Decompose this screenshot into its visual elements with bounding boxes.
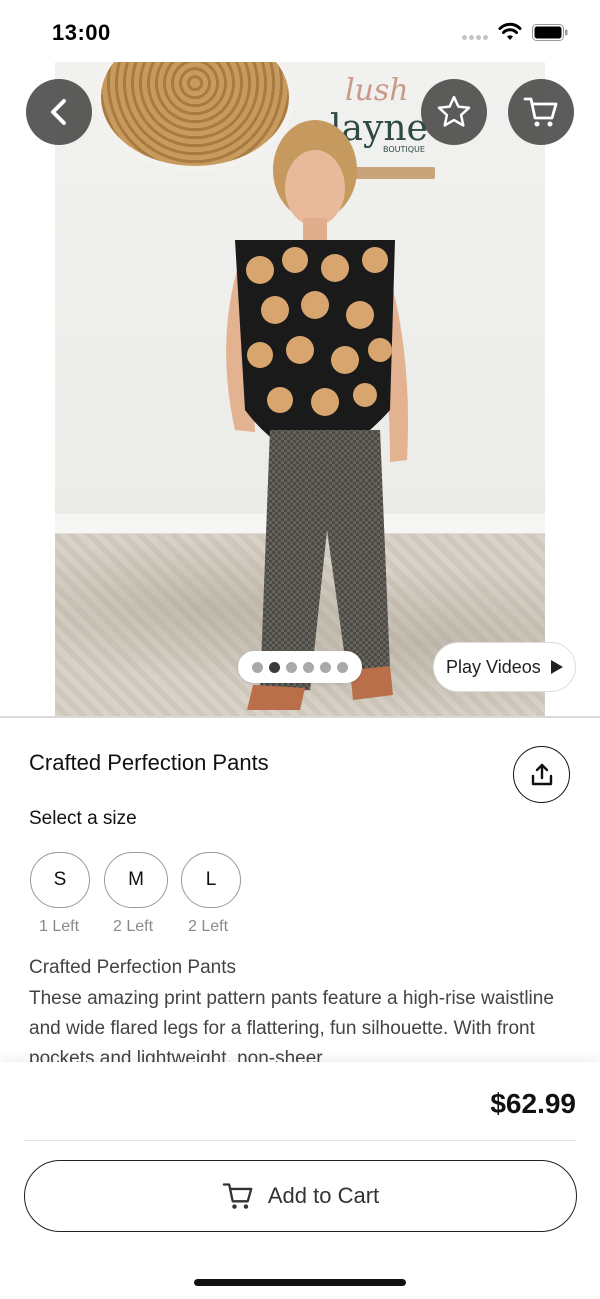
stock-label-m: 2 Left — [113, 918, 154, 935]
size-option-l[interactable]: L — [181, 852, 241, 908]
cart-icon — [222, 1183, 253, 1209]
description-text: These amazing print pattern pants featur… — [29, 988, 554, 1064]
product-title: Crafted Perfection Pants — [29, 750, 269, 775]
description-title: Crafted Perfection Pants — [29, 957, 236, 978]
cart-button[interactable] — [508, 79, 574, 145]
add-to-cart-button[interactable]: Add to Cart — [24, 1160, 577, 1232]
product-photo: lush layne BOUTIQUE — [55, 62, 545, 717]
carousel-indicator — [238, 651, 362, 683]
product-image-carousel[interactable]: lush layne BOUTIQUE Play Videos — [0, 62, 600, 717]
status-time: 13:00 — [52, 20, 111, 45]
carousel-dot[interactable] — [286, 661, 297, 673]
home-indicator[interactable] — [194, 1279, 406, 1286]
play-videos-label: Play Videos — [446, 656, 541, 677]
favorite-button[interactable] — [421, 79, 487, 145]
signal-icon — [462, 35, 490, 41]
carousel-dot[interactable] — [252, 661, 263, 673]
carousel-dot[interactable] — [320, 661, 331, 673]
price: $62.99 — [490, 1088, 576, 1119]
play-icon — [550, 660, 563, 674]
share-button[interactable] — [513, 746, 570, 803]
divider — [24, 1140, 576, 1141]
size-option-m[interactable]: M — [104, 852, 168, 908]
section-divider — [0, 716, 600, 718]
carousel-dot-active[interactable] — [269, 661, 280, 673]
play-videos-button[interactable]: Play Videos — [433, 642, 576, 692]
stock-label-s: 1 Left — [39, 918, 80, 935]
stock-label-l: 2 Left — [188, 918, 229, 935]
svg-text:lush: lush — [345, 73, 409, 108]
carousel-dot[interactable] — [303, 661, 314, 673]
cart-icon — [523, 97, 558, 127]
share-icon — [531, 763, 552, 785]
back-button[interactable] — [26, 79, 92, 145]
status-bar: 13:00 — [0, 0, 600, 62]
carousel-dot[interactable] — [337, 661, 348, 673]
star-icon — [437, 95, 471, 127]
checkout-bar: $62.99 Add to Cart — [0, 1062, 600, 1299]
model-figure — [226, 120, 409, 710]
wifi-icon — [498, 22, 522, 40]
size-option-s[interactable]: S — [30, 852, 90, 908]
chevron-left-icon — [51, 99, 66, 125]
battery-icon — [532, 24, 568, 41]
add-to-cart-label: Add to Cart — [267, 1183, 380, 1208]
size-heading: Select a size — [29, 808, 137, 829]
